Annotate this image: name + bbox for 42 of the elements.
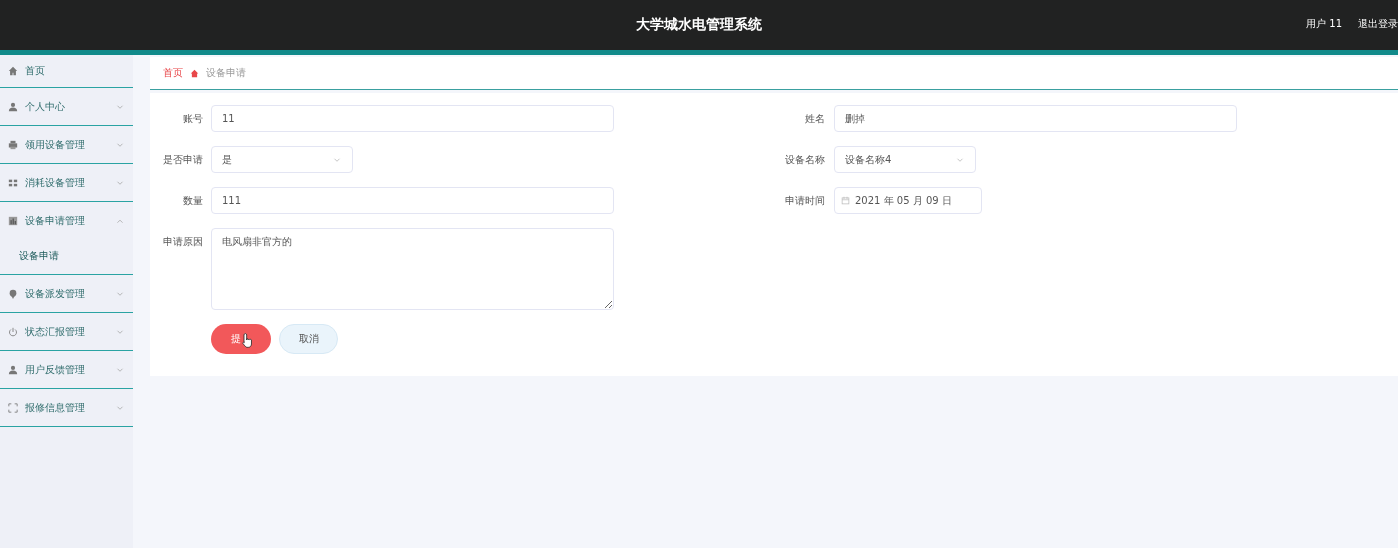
house-icon <box>8 66 18 76</box>
frame-icon <box>8 402 18 413</box>
bar-chart-icon <box>8 215 18 226</box>
sidebar-subitem[interactable]: 设备申请 <box>0 238 133 275</box>
sidebar-item[interactable]: 状态汇报管理 <box>0 313 133 351</box>
field-label: 申请原因 <box>162 235 203 249</box>
sidebar-item[interactable]: 领用设备管理 <box>0 126 133 164</box>
field-label: 是否申请 <box>162 153 203 167</box>
field-label: 设备名称 <box>784 153 825 167</box>
field-label: 申请时间 <box>784 194 825 208</box>
person-icon <box>8 101 18 112</box>
sidebar-item[interactable]: 设备派发管理 <box>0 275 133 313</box>
sidebar-item[interactable]: 用户反馈管理 <box>0 351 133 389</box>
cancel-button[interactable]: 取消 <box>279 324 338 354</box>
select-field[interactable]: 是 <box>211 146 353 173</box>
date-field[interactable]: 2021 年 05 月 09 日 <box>834 187 982 214</box>
breadcrumb-link[interactable]: 首页 <box>163 66 183 80</box>
sidebar-item[interactable]: 个人中心 <box>0 88 133 126</box>
logout-link[interactable]: 退出登录 <box>1358 17 1398 31</box>
input-field[interactable]: 11 <box>211 105 614 132</box>
sidebar-item[interactable]: 报修信息管理 <box>0 389 133 427</box>
person-icon <box>8 364 18 375</box>
app-title: 大学城水电管理系统 <box>636 16 762 34</box>
house-icon <box>190 68 199 78</box>
sidebar-item[interactable]: 首页 <box>0 55 133 88</box>
power-icon <box>8 326 18 337</box>
printer-icon <box>8 139 18 150</box>
sidebar-item[interactable]: 消耗设备管理 <box>0 164 133 202</box>
calendar-icon <box>841 196 850 205</box>
user-label: 用户 11 <box>1306 17 1342 31</box>
field-label: 账号 <box>182 112 203 126</box>
field-label: 数量 <box>182 194 203 208</box>
pin-icon <box>8 288 18 299</box>
grid-icon <box>8 177 18 188</box>
text-area[interactable]: 电风扇非官方的 <box>211 228 614 310</box>
sidebar-item[interactable]: 设备申请管理 <box>0 202 133 239</box>
field-label: 姓名 <box>804 112 825 126</box>
input-field[interactable]: 删掉 <box>834 105 1237 132</box>
input-field[interactable]: 111 <box>211 187 614 214</box>
submit-button[interactable]: 提 <box>211 324 271 354</box>
breadcrumb-current: 设备申请 <box>206 66 246 80</box>
select-field[interactable]: 设备名称4 <box>834 146 976 173</box>
